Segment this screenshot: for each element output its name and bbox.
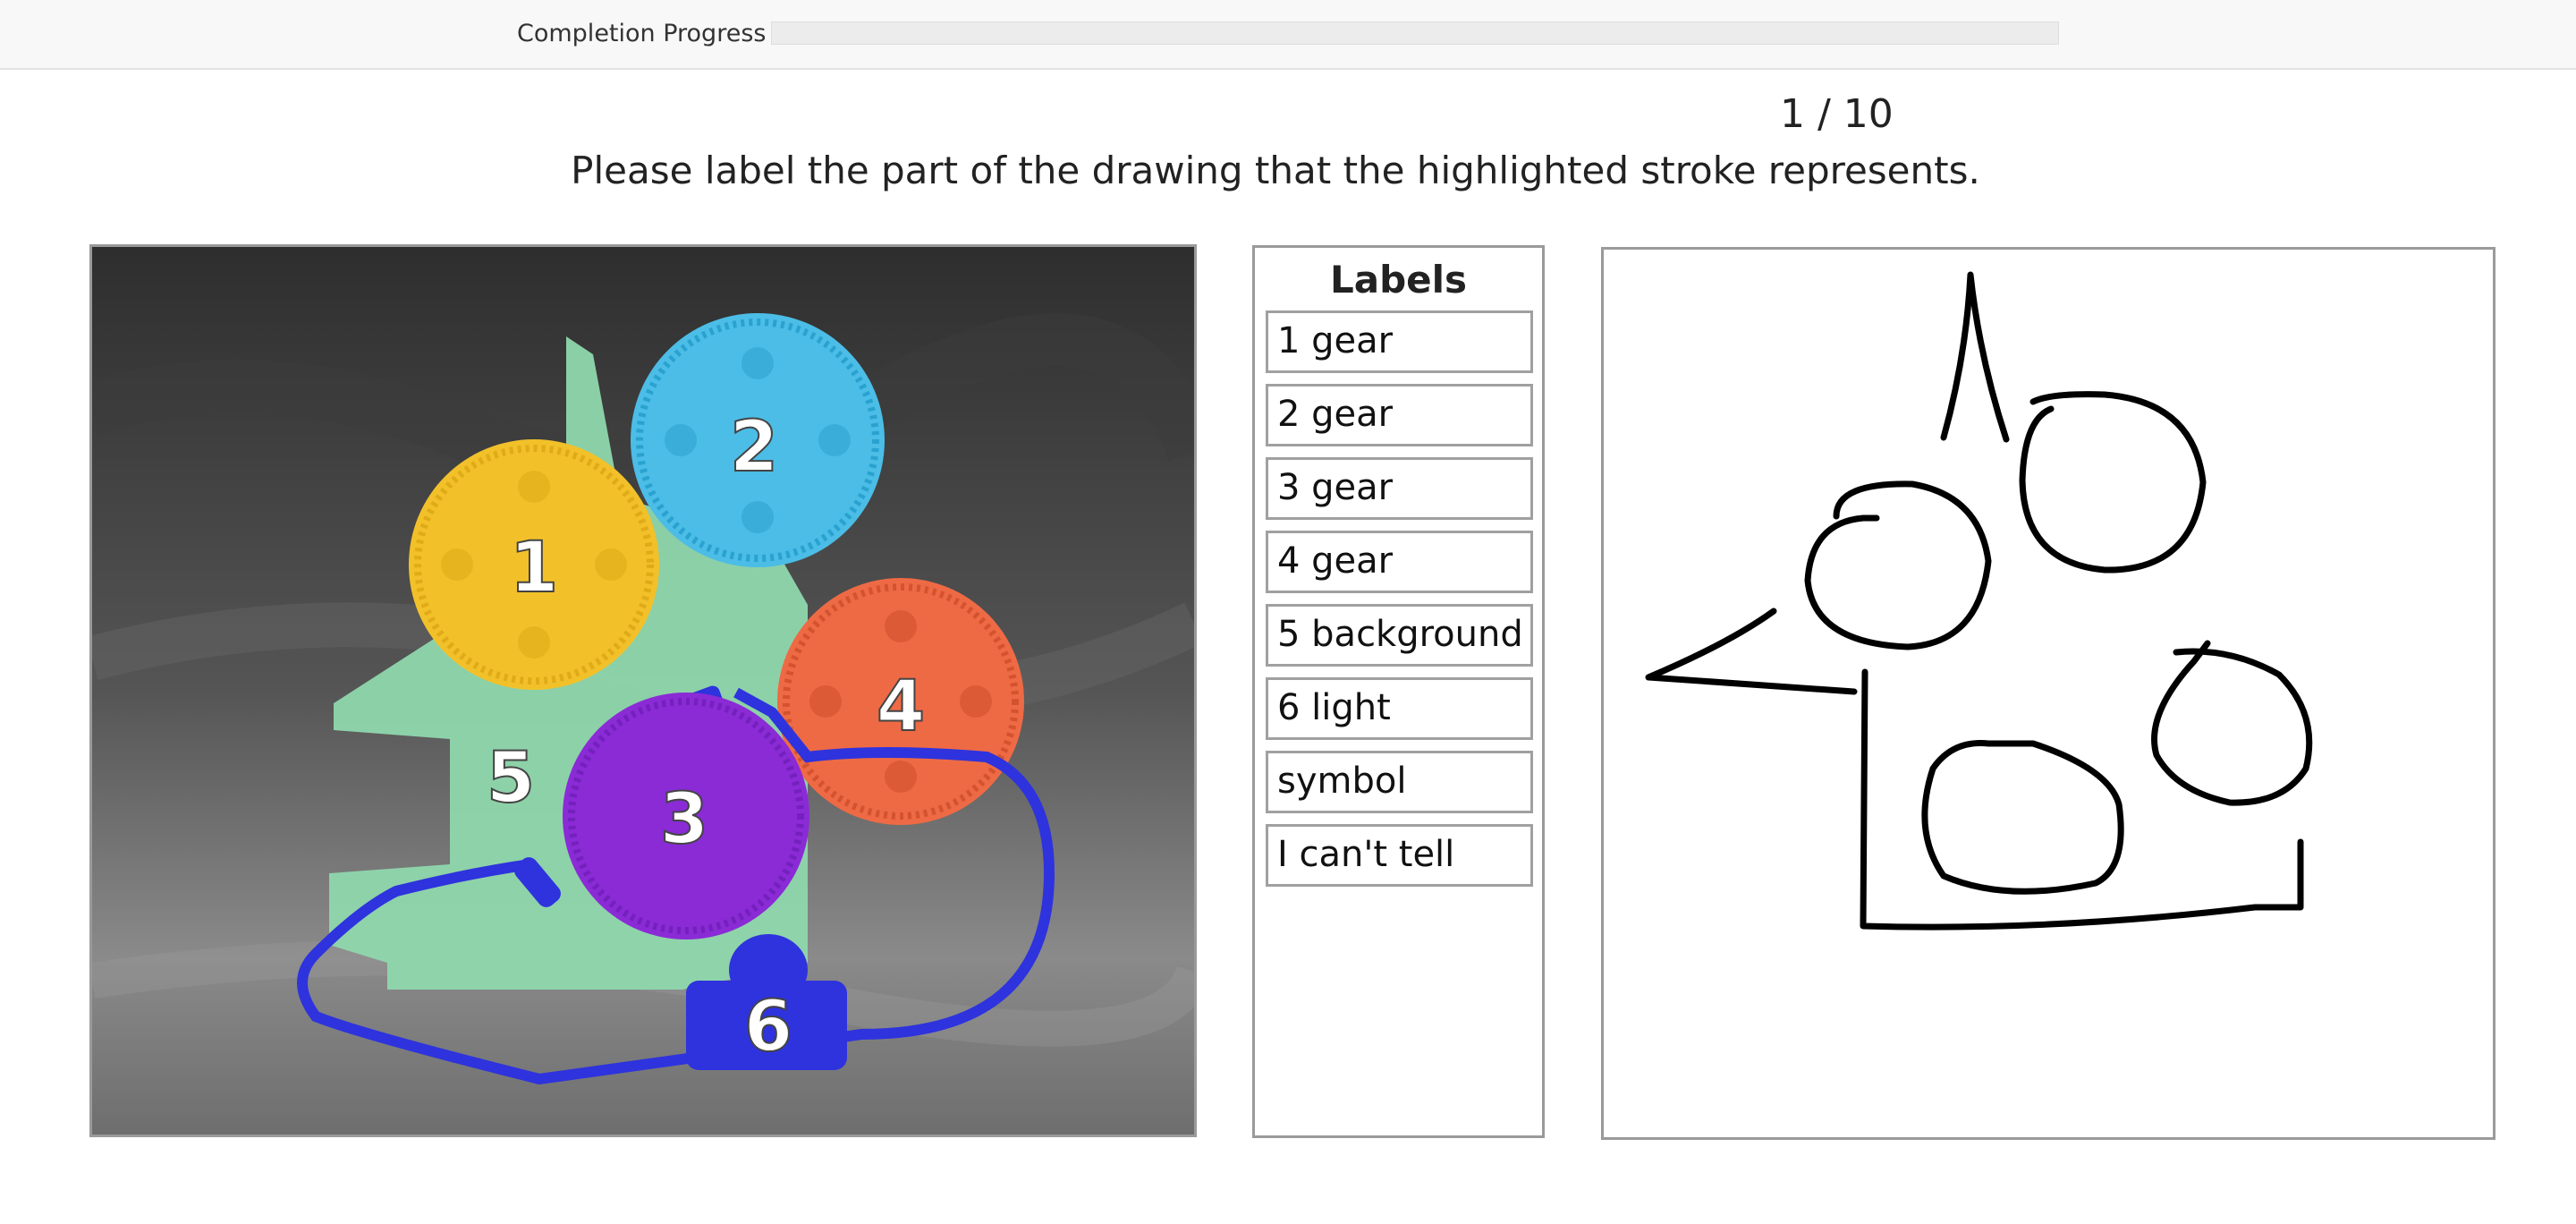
sketch-stroke-peak	[1940, 271, 2010, 443]
instruction-text: Please label the part of the drawing tha…	[571, 149, 1980, 192]
labels-panel: Labels 1 gear 2 gear 3 gear 4 gear 5 bac…	[1252, 245, 1545, 1138]
sketch-stroke-circle-top-right	[2019, 391, 2207, 574]
part-number-5: 5	[487, 738, 535, 819]
part-number-4: 4	[877, 667, 925, 747]
part-number-2: 2	[730, 407, 778, 488]
progress-bar	[771, 21, 2059, 45]
part-number-1: 1	[510, 528, 558, 608]
sketch-canvas	[1601, 247, 2496, 1140]
label-list: 1 gear 2 gear 3 gear 4 gear 5 background…	[1255, 310, 1542, 887]
sketch-stroke-circle-bottom	[1921, 740, 2124, 895]
label-option-4-gear[interactable]: 4 gear	[1266, 531, 1533, 593]
progress-header: Completion Progress	[0, 0, 2576, 70]
label-option-6-light[interactable]: 6 light	[1266, 677, 1533, 740]
label-option-1-gear[interactable]: 1 gear	[1266, 310, 1533, 373]
sketch-stroke-circle-right	[2151, 640, 2313, 806]
label-option-5-background[interactable]: 5 background	[1266, 604, 1533, 667]
label-option-2-gear[interactable]: 2 gear	[1266, 384, 1533, 446]
label-option-symbol[interactable]: symbol	[1266, 751, 1533, 813]
part-number-6: 6	[744, 987, 792, 1067]
part-number-3: 3	[660, 779, 708, 860]
sketch-stroke-triangle	[1645, 608, 1858, 695]
reference-photo: 1 2 3 4 5 6	[89, 244, 1197, 1137]
question-counter: 1 / 10	[1780, 91, 1894, 137]
label-option-3-gear[interactable]: 3 gear	[1266, 457, 1533, 520]
labels-title: Labels	[1329, 258, 1468, 302]
progress-label: Completion Progress	[517, 20, 767, 47]
sketch-stroke-circle-left	[1804, 480, 1992, 650]
label-option-cant-tell[interactable]: I can't tell	[1266, 824, 1533, 887]
